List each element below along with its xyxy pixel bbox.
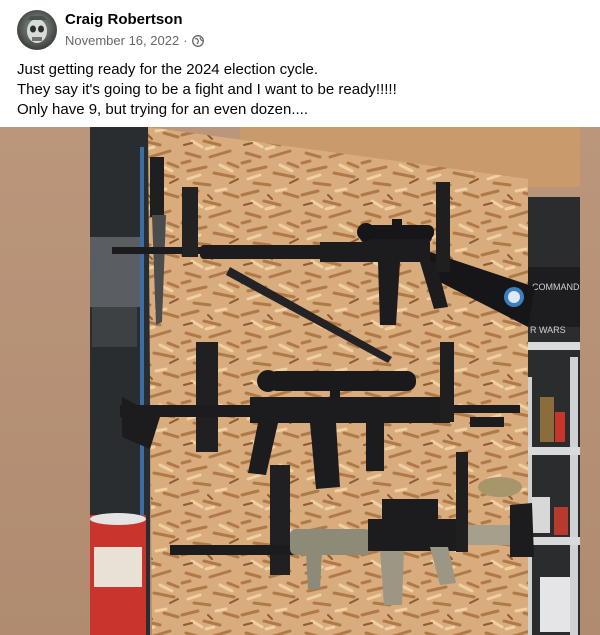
globe-icon[interactable]	[191, 34, 204, 47]
post-text-line-1: Just getting ready for the 2024 election…	[17, 61, 319, 78]
facebook-post: Craig Robertson November 16, 2022 · Just…	[0, 0, 600, 635]
avatar[interactable]	[17, 10, 57, 50]
post-text: Just getting ready for the 2024 election…	[17, 60, 587, 120]
post-text-line-2: They say it's going to be a fight and I …	[17, 81, 397, 98]
post-text-line-3: Only have 9, but trying for an even doze…	[17, 101, 309, 118]
shelf-label-1: COMMAND	[532, 282, 580, 292]
author-name[interactable]: Craig Robertson	[65, 11, 183, 28]
post-meta: November 16, 2022 ·	[65, 33, 204, 48]
post-header: Craig Robertson November 16, 2022 ·	[0, 0, 600, 58]
meta-separator: ·	[183, 33, 188, 48]
post-photo[interactable]: COMMAND R WARS	[0, 127, 600, 635]
shelf-label-2: R WARS	[530, 325, 566, 335]
rifles-on-plywood-image: COMMAND R WARS	[0, 127, 600, 635]
post-date[interactable]: November 16, 2022	[65, 33, 179, 48]
